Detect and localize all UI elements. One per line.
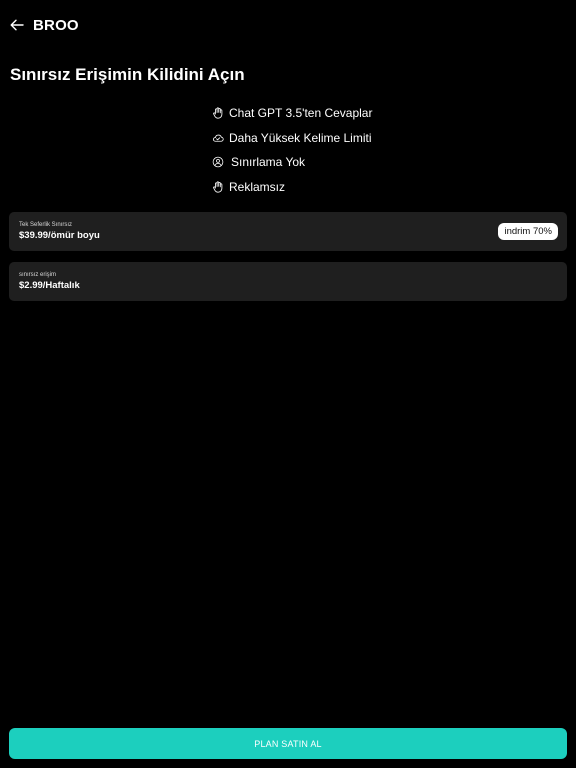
user-circle-icon bbox=[212, 156, 224, 168]
plan-price: $39.99/ömür boyu bbox=[19, 230, 100, 241]
cloud-check-icon bbox=[212, 132, 224, 144]
plan-option-weekly[interactable]: sınırsız erişim $2.99/Haftalık bbox=[9, 262, 567, 301]
feature-item: Sınırlama Yok bbox=[212, 153, 432, 171]
feature-label: Reklamsız bbox=[229, 179, 286, 194]
app-title: BROO bbox=[33, 16, 79, 34]
purchase-button-label: PLAN SATIN AL bbox=[254, 738, 322, 749]
plan-option-lifetime[interactable]: Tek Seferlik Sınırsız $39.99/ömür boyu i… bbox=[9, 212, 567, 251]
feature-label: Chat GPT 3.5'ten Cevaplar bbox=[229, 106, 373, 120]
feature-label: Sınırlama Yok bbox=[231, 155, 306, 169]
page-title: Sınırsız Erişimin Kilidini Açın bbox=[10, 65, 245, 84]
plan-type-label: Tek Seferlik Sınırsız bbox=[19, 222, 73, 228]
arrow-left-icon bbox=[10, 19, 24, 31]
discount-badge: indrim 70% bbox=[498, 223, 558, 240]
feature-item: Daha Yüksek Kelime Limiti bbox=[212, 129, 432, 147]
hand-icon bbox=[212, 107, 224, 119]
feature-list: Chat GPT 3.5'ten Cevaplar Daha Yüksek Ke… bbox=[212, 104, 432, 202]
purchase-plan-button[interactable]: PLAN SATIN AL bbox=[9, 728, 567, 759]
feature-label: Daha Yüksek Kelime Limiti bbox=[229, 130, 372, 145]
feature-item: Chat GPT 3.5'ten Cevaplar bbox=[212, 104, 432, 122]
paywall-screen: BROO Sınırsız Erişimin Kilidini Açın Cha… bbox=[0, 0, 576, 768]
back-button[interactable] bbox=[9, 17, 25, 33]
plan-type-label: sınırsız erişim bbox=[19, 272, 57, 278]
hand-icon bbox=[212, 180, 224, 193]
feature-item: Reklamsız bbox=[212, 178, 432, 196]
plan-price: $2.99/Haftalık bbox=[19, 280, 80, 291]
header: BROO bbox=[9, 14, 79, 36]
